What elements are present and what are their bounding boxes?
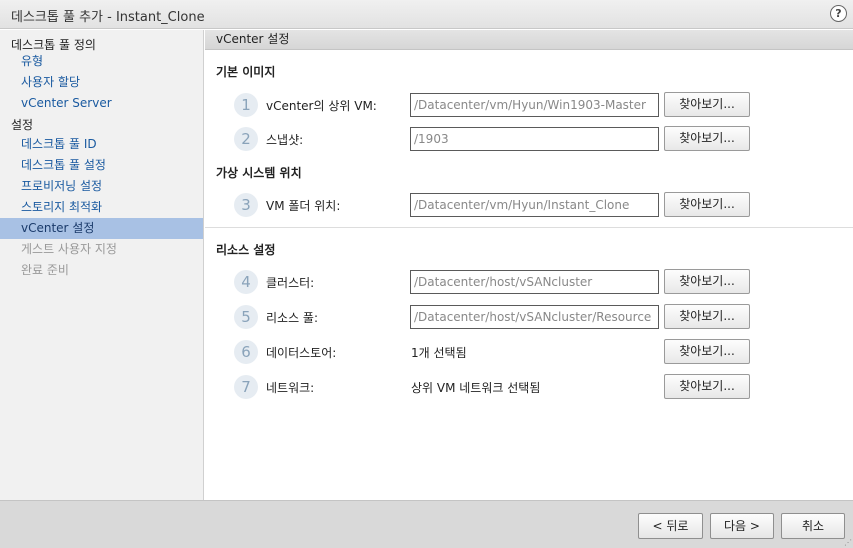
browse-network-button[interactable]: 찾아보기... [664,374,750,399]
vm-folder-label: VM 폴더 위치: [266,199,341,213]
resize-grip-icon[interactable]: ⋰ [844,539,852,547]
vm-folder-field[interactable]: /Datacenter/vm/Hyun/Instant_Clone [410,193,659,217]
back-button[interactable]: < 뒤로 [638,513,703,539]
step-number: 2 [234,127,258,151]
resource-pool-field[interactable]: /Datacenter/host/vSANcluster/Resource [410,305,659,329]
nav-item-guest-customization: 게스트 사용자 지정 [21,242,117,256]
parent-vm-label: vCenter의 상위 VM: [266,99,377,113]
section-divider [205,227,853,228]
nav-item-type[interactable]: 유형 [0,51,203,72]
row-network: 7 네트워크: 상위 VM 네트워크 선택됨 찾아보기... [234,374,834,400]
nav-item-user-assignment[interactable]: 사용자 할당 [0,72,203,93]
title-bar: 데스크톱 풀 추가 - Instant_Clone ? [0,0,853,29]
network-label: 네트워크: [266,381,315,395]
row-vm-folder: 3 VM 폴더 위치: /Datacenter/vm/Hyun/Instant_… [234,192,834,218]
nav-item-pool-id[interactable]: 데스크톱 풀 ID [0,134,203,155]
help-icon[interactable]: ? [830,5,847,22]
cancel-button[interactable]: 취소 [781,513,845,539]
parent-vm-field[interactable]: /Datacenter/vm/Hyun/Win1903-Master [410,93,659,117]
browse-cluster-button[interactable]: 찾아보기... [664,269,750,294]
row-cluster: 4 클러스터: /Datacenter/host/vSANcluster 찾아보… [234,269,834,295]
nav-item-storage-optimization[interactable]: 스토리지 최적화 [0,197,203,218]
nav-group-pool-definition: 데스크톱 풀 정의 [11,38,96,52]
browse-parent-vm-button[interactable]: 찾아보기... [664,92,750,117]
row-resource-pool: 5 리소스 풀: /Datacenter/host/vSANcluster/Re… [234,304,834,330]
row-datastore: 6 데이터스토어: 1개 선택됨 찾아보기... [234,339,834,365]
nav-item-pool-settings[interactable]: 데스크톱 풀 설정 [0,155,203,176]
cluster-field[interactable]: /Datacenter/host/vSANcluster [410,270,659,294]
snapshot-field[interactable]: /1903 [410,127,659,151]
row-parent-vm: 1 vCenter의 상위 VM: /Datacenter/vm/Hyun/Wi… [234,92,834,118]
step-number: 6 [234,340,258,364]
network-value: 상위 VM 네트워크 선택됨 [411,381,541,395]
browse-datastore-button[interactable]: 찾아보기... [664,339,750,364]
nav-item-provisioning-settings[interactable]: 프로비저닝 설정 [0,176,203,197]
wizard-sidebar: 데스크톱 풀 정의 유형 사용자 할당 vCenter Server 설정 데스… [0,30,204,500]
browse-snapshot-button[interactable]: 찾아보기... [664,126,750,151]
section-resources: 리소스 설정 [216,243,276,257]
datastore-label: 데이터스토어: [266,346,337,360]
wizard-footer: < 뒤로 다음 > 취소 ⋰ [0,500,853,548]
nav-group-settings: 설정 [11,118,34,132]
step-number: 4 [234,270,258,294]
panel-header: vCenter 설정 [205,30,853,50]
main-panel: vCenter 설정 기본 이미지 1 vCenter의 상위 VM: /Dat… [205,30,853,500]
step-number: 1 [234,93,258,117]
browse-resource-pool-button[interactable]: 찾아보기... [664,304,750,329]
next-button[interactable]: 다음 > [710,513,774,539]
step-number: 5 [234,305,258,329]
window-title: 데스크톱 풀 추가 - Instant_Clone [11,10,205,25]
nav-item-vcenter-server[interactable]: vCenter Server [0,93,203,114]
datastore-value: 1개 선택됨 [411,346,467,360]
section-base-image: 기본 이미지 [216,65,276,79]
nav-item-vcenter-settings[interactable]: vCenter 설정 [0,218,203,239]
snapshot-label: 스냅샷: [266,133,304,147]
step-number: 7 [234,375,258,399]
section-vm-location: 가상 시스템 위치 [216,166,302,180]
step-number: 3 [234,193,258,217]
cluster-label: 클러스터: [266,276,315,290]
row-snapshot: 2 스냅샷: /1903 찾아보기... [234,126,834,152]
resource-pool-label: 리소스 풀: [266,311,319,325]
nav-item-ready-to-complete: 완료 준비 [21,263,69,277]
browse-vm-folder-button[interactable]: 찾아보기... [664,192,750,217]
